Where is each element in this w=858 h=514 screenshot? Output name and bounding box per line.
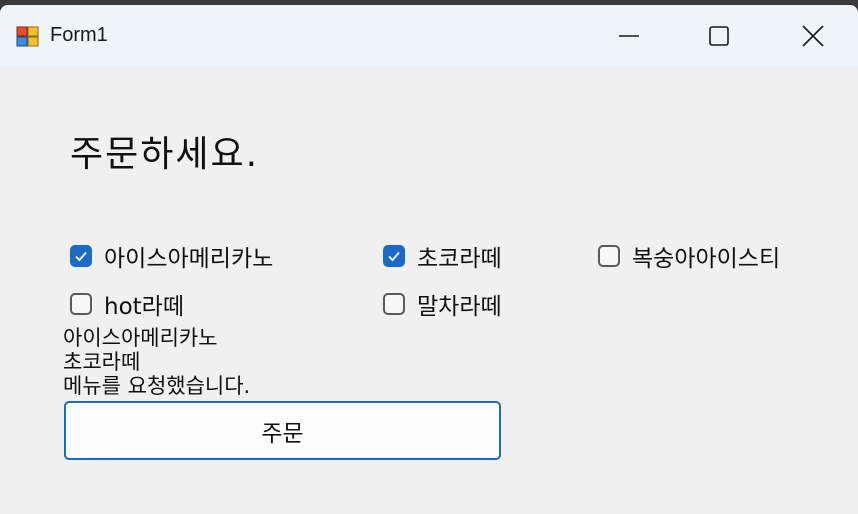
order-heading: 주문하세요. [70,134,260,175]
checkbox-box[interactable] [383,293,405,315]
checkmark-icon [75,251,87,262]
checkbox-box[interactable] [598,245,620,267]
checkbox-label: 초코라떼 [417,246,502,272]
checkbox-label: 말차라떼 [417,294,502,320]
maximize-icon [709,25,729,46]
result-line: 아이스아메리카노 [63,326,218,350]
close-button[interactable] [768,5,858,66]
winforms-app-icon [16,26,39,47]
title-bar[interactable]: Form1 [0,5,858,66]
order-result-label: 아이스아메리카노 초코라떼 메뉴를 요청했습니다. [63,326,250,398]
checkbox-peach-iced-tea[interactable]: 복숭아아이스티 [598,241,781,272]
checkbox-label: hot라떼 [104,294,184,320]
result-line: 메뉴를 요청했습니다. [63,374,251,398]
checkbox-label: 아이스아메리카노 [104,246,274,272]
checkbox-hot-latte[interactable]: hot라떼 [70,289,184,320]
maximize-button[interactable] [674,5,764,66]
minimize-icon [619,34,639,37]
close-icon [802,24,824,47]
checkbox-matcha-latte[interactable]: 말차라떼 [383,289,502,320]
checkbox-iced-americano[interactable]: 아이스아메리카노 [70,241,274,272]
form-window: Form1 주문하세요. 아이스아메리카노 초코라떼 복숭아아이스티 hot라떼… [0,5,858,514]
checkbox-choco-latte[interactable]: 초코라떼 [383,241,502,272]
checkbox-box[interactable] [70,245,92,267]
checkbox-box[interactable] [70,293,92,315]
minimize-button[interactable] [584,5,674,66]
checkbox-box[interactable] [383,245,405,267]
checkbox-label: 복숭아아이스티 [632,246,781,272]
order-button[interactable]: 주문 [64,401,501,460]
window-title: Form1 [50,24,108,46]
result-line: 초코라떼 [63,350,141,374]
checkmark-icon [388,251,400,262]
